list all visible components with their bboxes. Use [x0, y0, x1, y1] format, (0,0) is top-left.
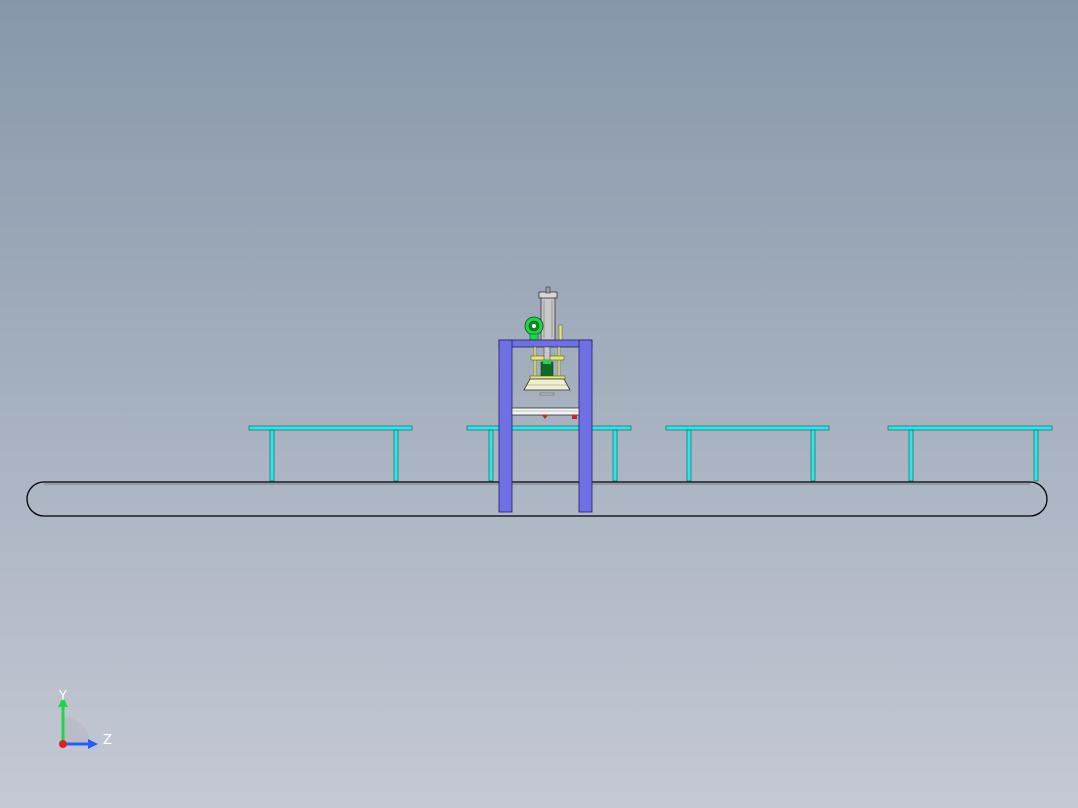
fixture-table-4[interactable] [887, 425, 1053, 482]
fixture-table-2[interactable] [466, 425, 632, 482]
conveyor-belt-outline [26, 481, 1048, 517]
triad-y-label: Y [58, 689, 67, 704]
sensor-rod [558, 324, 563, 342]
conveyor-belt[interactable] [26, 481, 1048, 517]
pneumatic-cylinder[interactable] [538, 286, 558, 341]
press-frame-top-beam [498, 339, 593, 348]
triad-quadrant-shading [63, 717, 90, 744]
press-die[interactable] [523, 378, 571, 396]
press-station[interactable] [498, 286, 593, 513]
press-frame-left-post [498, 339, 513, 513]
triad-z-label: Z [103, 733, 112, 748]
triad-x-axis-dot [59, 740, 67, 748]
cad-viewport[interactable]: Y Z [0, 0, 1078, 808]
triad-z-arrowhead [88, 739, 98, 749]
press-frame-right-post [578, 339, 593, 513]
fixture-table-3[interactable] [665, 425, 830, 482]
press-bed[interactable] [511, 407, 580, 419]
fixture-table-1[interactable] [248, 425, 413, 482]
guide-assembly[interactable] [529, 346, 566, 380]
orientation-triad[interactable]: Y Z [50, 685, 120, 755]
valve[interactable] [524, 316, 544, 341]
model-view[interactable] [0, 0, 1078, 808]
